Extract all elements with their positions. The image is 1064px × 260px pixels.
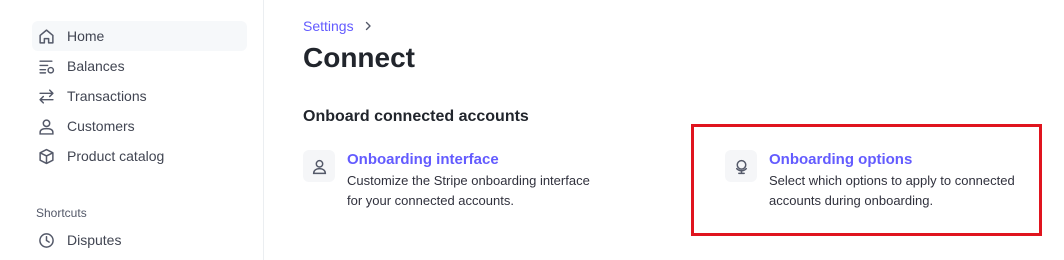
onboarding-interface-card[interactable]: Onboarding interface Customize the Strip… <box>303 150 607 211</box>
transactions-icon <box>38 88 55 105</box>
highlight-box <box>691 124 1042 236</box>
sidebar-item-disputes[interactable]: Disputes <box>32 225 247 255</box>
sidebar-item-label: Product catalog <box>67 148 165 164</box>
section-title: Onboard connected accounts <box>303 108 529 125</box>
shortcuts-heading: Shortcuts <box>36 206 87 220</box>
sidebar-item-transactions[interactable]: Transactions <box>32 81 247 111</box>
breadcrumb: Settings <box>303 18 373 34</box>
person-icon <box>303 150 335 182</box>
page-title: Connect <box>303 42 415 73</box>
breadcrumb-settings-link[interactable]: Settings <box>303 18 354 34</box>
sidebar-item-home[interactable]: Home <box>32 21 247 51</box>
sidebar-item-product-catalog[interactable]: Product catalog <box>32 141 247 171</box>
clock-icon <box>38 232 55 249</box>
sidebar-item-label: Home <box>67 28 105 44</box>
balances-icon <box>38 58 55 75</box>
onboarding-interface-link[interactable]: Onboarding interface <box>347 150 607 170</box>
customers-icon <box>38 118 55 135</box>
sidebar-item-label: Disputes <box>67 232 122 248</box>
home-icon <box>38 28 55 45</box>
card-description: Customize the Stripe onboarding interfac… <box>347 173 590 208</box>
sidebar-item-label: Customers <box>67 118 135 134</box>
sidebar: Home Balances Transactions Customers Pro… <box>0 0 264 260</box>
sidebar-item-balances[interactable]: Balances <box>32 51 247 81</box>
sidebar-item-customers[interactable]: Customers <box>32 111 247 141</box>
sidebar-item-label: Balances <box>67 58 125 74</box>
chevron-right-icon <box>363 21 373 31</box>
product-catalog-icon <box>38 148 55 165</box>
sidebar-item-label: Transactions <box>67 88 147 104</box>
